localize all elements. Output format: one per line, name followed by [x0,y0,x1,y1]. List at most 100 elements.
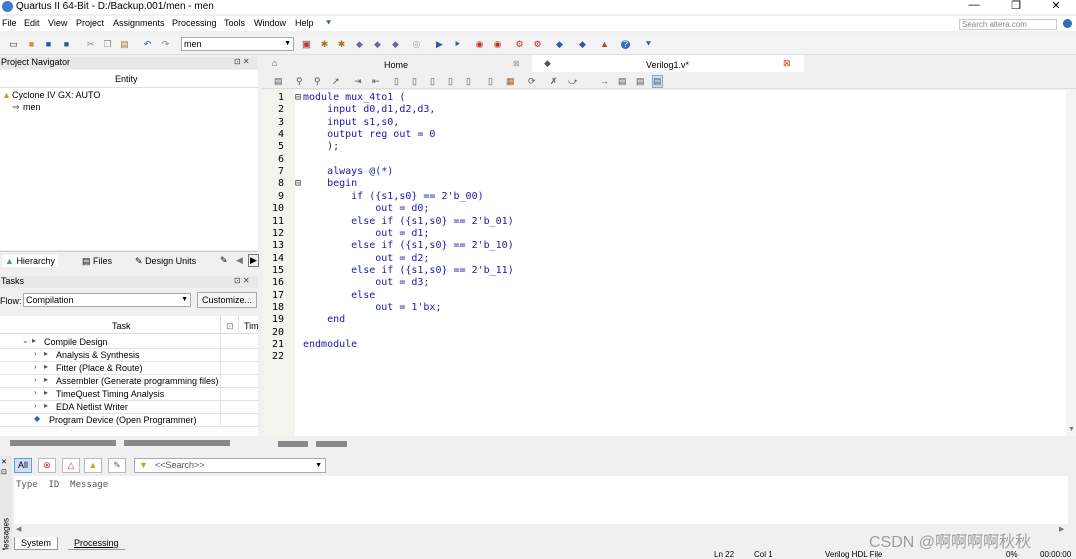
indent-icon[interactable]: ⇥ [354,76,362,87]
code-line[interactable]: end [303,314,345,325]
device-label[interactable]: Cyclone IV GX: AUTO [12,90,100,100]
chevron-down-icon[interactable]: ⌄ [22,336,29,345]
open-folder-icon[interactable]: ■ [27,40,36,49]
code-editor[interactable]: 1 ⊟ module mux_4to1 (2 input d0,d1,d2,d3, 3… [262,90,1074,436]
task-column-header[interactable]: Task [112,321,131,331]
messages-search-input[interactable]: ▼ <<Search>> ▼ [134,458,326,473]
prev-bookmark-icon[interactable]: ▯ [430,76,435,87]
toggle-case-icon[interactable]: ▯ [466,76,471,87]
editor-horizontal-scrollbar[interactable] [262,437,1076,451]
pin-planner-icon[interactable]: ✱ [320,40,329,49]
tasks-scrollbar[interactable] [0,436,258,450]
scroll-right-icon[interactable]: ▶ [1059,525,1064,533]
tab-files[interactable]: ▤ Files [82,256,112,267]
save-all-icon[interactable]: ■ [62,40,71,49]
menu-edit[interactable]: Edit [24,18,40,28]
entity-column-header[interactable]: Entity [115,74,138,84]
code-line[interactable]: always @(*) [303,166,393,177]
code-line[interactable]: out = d0; [303,203,429,214]
close-button[interactable]: ✕ [1046,0,1066,12]
power-analyzer-icon[interactable]: ◉ [493,40,502,49]
task-row[interactable]: › ▸ Assembler (Generate programming files) [0,375,258,388]
start-compilation-icon[interactable]: ▶ [435,40,444,49]
goto-icon[interactable]: ↗ [332,76,340,87]
tasks-pin-icon[interactable]: ⊡ ✕ [234,276,250,285]
code-line[interactable]: input d0,d1,d2,d3, [303,104,435,115]
code-line[interactable]: input s1,s0, [303,117,399,128]
chevron-right-icon[interactable]: › [34,375,37,384]
code-line[interactable]: out = d2; [303,253,429,264]
clear-bookmarks-icon[interactable]: ▯ [448,76,453,87]
task-row[interactable]: › ▸ EDA Netlist Writer [0,401,258,414]
run-task-icon[interactable]: ▸ [44,401,48,410]
close-home-tab-icon[interactable]: ⊠ [513,59,520,68]
run-task-icon[interactable]: ▸ [32,336,36,345]
next-bookmark-icon[interactable]: ▯ [412,76,417,87]
menu-assignments[interactable]: Assignments [113,18,165,28]
chevron-right-icon[interactable]: › [34,349,37,358]
tab-design-units[interactable]: ✎ Design Units [135,256,196,267]
menu-window[interactable]: Window [254,18,286,28]
unindent-icon[interactable]: ⇤ [372,76,380,87]
bookmark-icon[interactable]: ▯ [394,76,399,87]
messages-pin-icon[interactable]: ✕ [1,458,7,466]
new-file-icon[interactable]: ▭ [9,40,18,49]
find-icon[interactable]: ⚲ [296,76,303,87]
critical-warning-filter-button[interactable]: △ [62,458,80,473]
fold-toggle-icon[interactable]: ⊟ [295,178,301,189]
fold-toggle-icon[interactable]: ⊟ [295,92,301,103]
settings-icon[interactable]: ◆ [391,40,400,49]
flow-select[interactable]: Compilation ▼ [23,293,191,307]
technology-map-icon[interactable]: ⚙ [533,40,542,49]
paste-icon[interactable]: ▤ [120,40,129,49]
menu-processing[interactable]: Processing [172,18,217,28]
code-line[interactable]: out = d3; [303,277,429,288]
minimize-button[interactable]: — [964,0,984,11]
tab-hierarchy[interactable]: ▲ Hierarchy [2,255,58,267]
help-icon[interactable]: ? [621,40,630,49]
panel-icon[interactable]: ▤ [636,76,645,87]
find-replace-icon[interactable]: ⚲ [314,76,321,87]
scroll-left-icon[interactable]: ◀ [236,255,243,266]
tab-system[interactable]: System [14,537,59,550]
arrow-icon[interactable]: → [600,76,609,86]
insert-icon[interactable]: ⟳ [528,76,536,87]
programmer-icon[interactable]: ◆ [578,40,587,49]
warning-filter-button[interactable]: ▲ [84,458,102,473]
menu-view[interactable]: View [48,18,67,28]
chevron-right-icon[interactable]: › [34,401,37,410]
scroll-left-icon[interactable]: ◀ [16,525,21,533]
tab-home[interactable]: Home [384,60,408,70]
code-line[interactable]: else [303,290,375,301]
home-icon[interactable]: ⌂ [272,58,277,68]
save-icon[interactable]: ■ [44,40,53,49]
wrap-icon[interactable]: ⤻ [568,76,578,87]
cut-icon[interactable]: ✂ [86,40,95,49]
menu-help[interactable]: Help [295,18,314,28]
menu-project[interactable]: Project [76,18,104,28]
template-icon[interactable]: ▦ [506,76,515,87]
messages-float-icon[interactable]: ⊡ [1,468,7,476]
maximize-button[interactable]: ❐ [1006,0,1026,12]
project-navigator-icon[interactable]: ▣ [302,40,311,49]
task-row[interactable]: ◆ Program Device (Open Programmer) [0,414,258,427]
entity-men[interactable]: men [23,102,41,112]
tab-processing[interactable]: Processing [68,537,125,550]
rtl-viewer-icon[interactable]: ⚙ [515,40,524,49]
editor-view-icon[interactable]: ▤ [274,76,283,87]
task-row[interactable]: ⌄ ▸ Compile Design [0,336,258,349]
task-row[interactable]: › ▸ Analysis & Synthesis [0,349,258,362]
task-row[interactable]: › ▸ TimeQuest Timing Analysis [0,388,258,401]
split-icon[interactable]: ▤ [618,76,627,87]
analysis-elaboration-icon[interactable]: ⯈ [453,40,462,49]
code-line[interactable]: output reg out = 0 [303,129,435,140]
run-task-icon[interactable]: ▸ [44,349,48,358]
full-screen-icon[interactable]: ▤ [652,75,663,88]
suppressed-filter-button[interactable]: ✎ [108,458,126,473]
run-task-icon[interactable]: ▸ [44,375,48,384]
code-line[interactable]: else if ({s1,s0} == 2'b_01) [303,216,514,227]
chevron-right-icon[interactable]: › [34,362,37,371]
chip-planner-icon[interactable]: ◆ [355,40,364,49]
chevron-right-icon[interactable]: › [34,388,37,397]
run-task-icon[interactable]: ▸ [44,388,48,397]
